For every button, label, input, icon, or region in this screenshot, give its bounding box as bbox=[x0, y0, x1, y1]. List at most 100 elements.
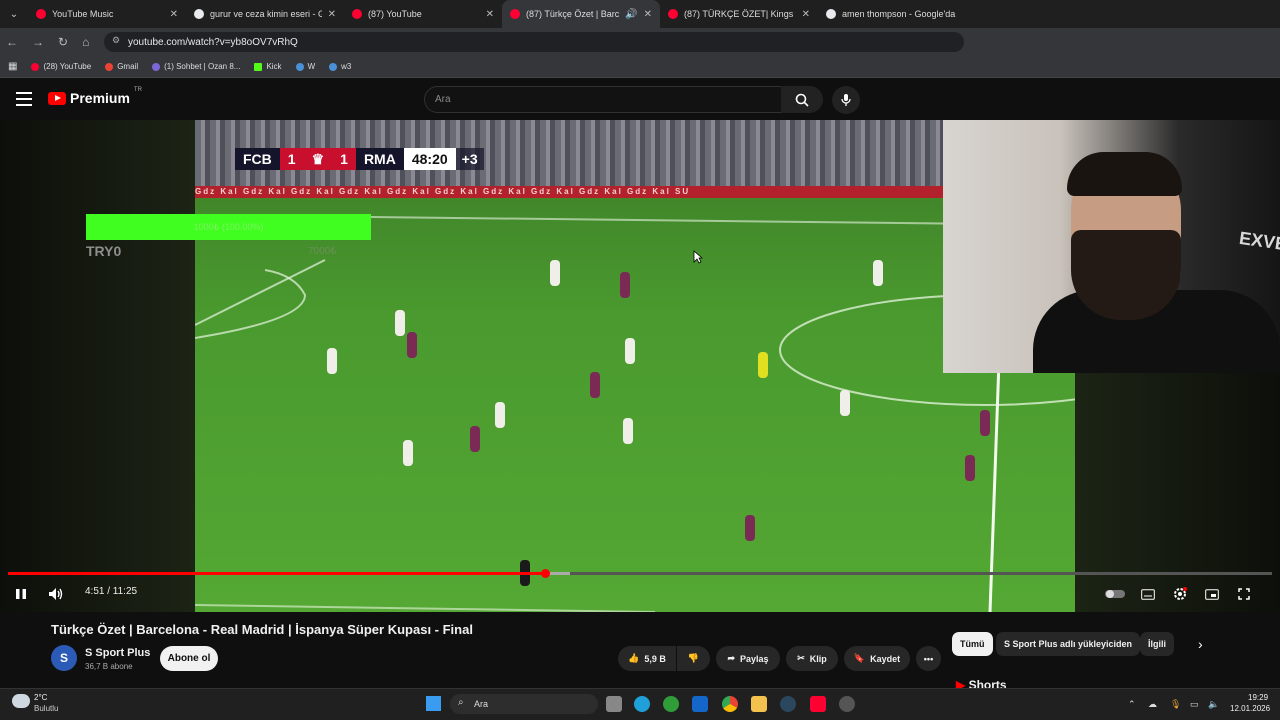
youtube-favicon-icon bbox=[668, 9, 678, 19]
added-time: +3 bbox=[455, 148, 484, 170]
tab-close-icon[interactable]: ✕ bbox=[802, 9, 810, 20]
tab-close-icon[interactable]: ✕ bbox=[486, 9, 494, 20]
player-figure bbox=[623, 418, 633, 444]
webcam-person-hair bbox=[1067, 152, 1182, 196]
streamer-webcam: EXVEC bbox=[943, 120, 1280, 373]
tab-close-icon[interactable]: ✕ bbox=[328, 9, 336, 20]
browser-tab-4[interactable]: (87) TÜRKÇE ÖZET| Kings vs Ro ✕ bbox=[660, 0, 818, 28]
chrome-icon[interactable] bbox=[722, 696, 738, 712]
player-figure bbox=[758, 352, 768, 378]
bookmark-youtube[interactable]: (28) YouTube bbox=[31, 62, 91, 71]
app-icon[interactable] bbox=[839, 696, 855, 712]
browser-tab-2[interactable]: (87) YouTube ✕ bbox=[344, 0, 502, 28]
chips-next-arrow-icon[interactable]: › bbox=[1198, 636, 1203, 652]
save-label: Kaydet bbox=[870, 653, 901, 664]
bookmark-icon: 🔖 bbox=[853, 653, 866, 663]
address-bar[interactable]: ⚙ youtube.com/watch?v=yb8oOV7vRhQ bbox=[104, 32, 964, 52]
apps-grid-icon[interactable]: ▦ bbox=[8, 61, 17, 72]
bookmark-sohbet[interactable]: (1) Sohbet | Ozan 8... bbox=[152, 62, 240, 71]
chip-from-uploader[interactable]: S Sport Plus adlı yükleyiciden bbox=[996, 632, 1141, 656]
youtube-favicon-icon bbox=[352, 9, 362, 19]
pause-button[interactable] bbox=[12, 585, 30, 603]
tab-close-icon[interactable]: ✕ bbox=[170, 9, 178, 20]
youtube-premium-logo[interactable]: Premium TR bbox=[48, 87, 142, 106]
xbox-icon[interactable] bbox=[663, 696, 679, 712]
subtitles-icon bbox=[1141, 588, 1155, 600]
file-explorer-icon[interactable] bbox=[751, 696, 767, 712]
tab-close-icon[interactable]: ✕ bbox=[644, 9, 652, 20]
subtitles-button[interactable] bbox=[1139, 585, 1157, 603]
bookmark-w3[interactable]: w3 bbox=[329, 62, 351, 71]
display-icon[interactable]: ▭ bbox=[1190, 699, 1199, 710]
clip-button[interactable]: ✂ Klip bbox=[786, 646, 838, 671]
bookmark-w[interactable]: W bbox=[295, 62, 315, 71]
task-view-icon[interactable] bbox=[606, 696, 622, 712]
microphone-tray-icon[interactable]: 🎙 bbox=[1170, 699, 1181, 710]
autoplay-toggle[interactable] bbox=[1105, 585, 1125, 603]
taskbar-search[interactable]: ⌕ Ara bbox=[450, 694, 598, 714]
forward-arrow-icon[interactable]: → bbox=[32, 35, 44, 49]
more-actions-button[interactable]: ••• bbox=[916, 646, 941, 671]
back-arrow-icon[interactable]: ← bbox=[6, 35, 18, 49]
google-favicon-icon bbox=[826, 9, 836, 19]
edge-icon[interactable] bbox=[634, 696, 650, 712]
tray-chevron-icon[interactable]: ⌃ bbox=[1128, 699, 1136, 710]
kick-icon bbox=[254, 62, 263, 71]
menu-icon[interactable] bbox=[16, 92, 32, 106]
gmail-icon bbox=[105, 62, 114, 71]
donation-goal-label: TRY0 bbox=[86, 243, 122, 259]
mouse-cursor-icon bbox=[693, 250, 703, 264]
weather-cloud-icon[interactable] bbox=[12, 694, 30, 708]
bookmark-gmail[interactable]: Gmail bbox=[105, 62, 138, 71]
browser-tab-1[interactable]: gurur ve ceza kimin eseri - Goog ✕ bbox=[186, 0, 344, 28]
microphone-icon bbox=[841, 94, 851, 106]
site-info-icon[interactable]: ⚙ bbox=[112, 35, 120, 46]
fullscreen-button[interactable] bbox=[1235, 585, 1253, 603]
outlook-icon[interactable] bbox=[692, 696, 708, 712]
tab-search-chevron-icon[interactable]: ⌄ bbox=[0, 0, 28, 28]
player-figure bbox=[965, 455, 975, 481]
home-icon[interactable]: ⌂ bbox=[82, 35, 89, 49]
steam-icon[interactable] bbox=[780, 696, 796, 712]
more-horizontal-icon: ••• bbox=[923, 653, 934, 664]
browser-tab-5[interactable]: amen thompson - Google'da bbox=[818, 0, 976, 28]
youtube-app-icon[interactable] bbox=[810, 696, 826, 712]
channel-name[interactable]: S Sport Plus bbox=[85, 647, 150, 659]
share-button[interactable]: ➦ Paylaş bbox=[716, 646, 780, 671]
browser-tab-3-active[interactable]: (87) Türkçe Özet | Barcelona 🔊 ✕ bbox=[502, 0, 660, 28]
player-figure bbox=[407, 332, 417, 358]
taskbar-search-placeholder: Ara bbox=[474, 699, 489, 709]
voice-search-button[interactable] bbox=[832, 86, 860, 114]
bookmark-kick[interactable]: Kick bbox=[254, 62, 282, 71]
like-button[interactable]: 👍 5,9 B bbox=[618, 646, 676, 671]
player-figure bbox=[495, 402, 505, 428]
dislike-button[interactable]: 👎 bbox=[677, 646, 710, 671]
volume-button[interactable] bbox=[47, 585, 65, 603]
bookmark-label: (1) Sohbet | Ozan 8... bbox=[164, 62, 241, 71]
miniplayer-button[interactable] bbox=[1203, 585, 1221, 603]
search-button[interactable] bbox=[781, 86, 823, 113]
bookmark-label: (28) YouTube bbox=[43, 62, 92, 71]
subscribe-button[interactable]: Abone ol bbox=[160, 646, 218, 671]
reload-icon[interactable]: ↻ bbox=[58, 35, 68, 49]
channel-avatar[interactable]: S bbox=[51, 645, 77, 671]
match-clock: 48:20 bbox=[403, 148, 456, 170]
browser-tab-0[interactable]: YouTube Music ✕ bbox=[28, 0, 186, 28]
settings-button[interactable] bbox=[1171, 585, 1189, 603]
onedrive-cloud-icon[interactable]: ☁ bbox=[1148, 699, 1157, 710]
bookmark-label: w3 bbox=[341, 62, 352, 71]
youtube-favicon-icon bbox=[510, 9, 520, 19]
search-icon bbox=[795, 93, 809, 107]
search-input[interactable]: Ara bbox=[424, 86, 782, 113]
save-button[interactable]: 🔖 Kaydet bbox=[844, 646, 910, 671]
speaker-icon[interactable]: 🔊 bbox=[625, 9, 637, 20]
tab-title: gurur ve ceza kimin eseri - Goog bbox=[210, 9, 322, 19]
globe-icon bbox=[329, 62, 338, 71]
video-letterbox-left bbox=[0, 120, 195, 612]
windows-start-icon[interactable] bbox=[426, 696, 441, 711]
video-player[interactable]: Gdz Kal Gdz Kal Gdz Kal Gdz Kal Gdz Kal … bbox=[0, 120, 1280, 612]
taskbar-time: 19:29 bbox=[1248, 693, 1269, 702]
volume-tray-icon[interactable]: 🔈 bbox=[1208, 699, 1219, 710]
chip-related[interactable]: İlgili bbox=[1140, 632, 1174, 656]
chip-all[interactable]: Tümü bbox=[952, 632, 993, 656]
